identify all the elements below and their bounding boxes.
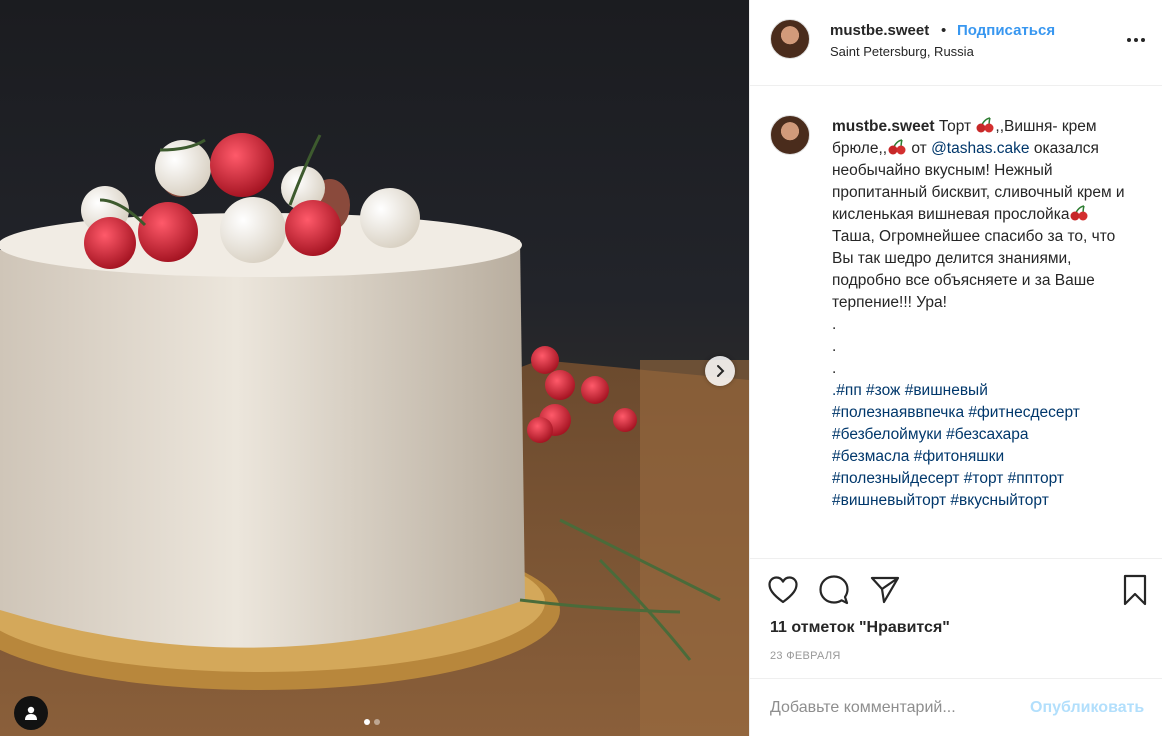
next-photo-button[interactable]	[705, 356, 735, 386]
follow-button[interactable]: Подписаться	[957, 22, 1055, 39]
bookmark-icon	[1123, 574, 1147, 606]
caption-author-avatar[interactable]	[770, 115, 810, 155]
post-actions: 11 отметок "Нравится" 23 ФЕВРАЛЯ	[750, 558, 1162, 678]
carousel-indicator	[364, 719, 380, 725]
post-header: mustbe.sweet • Подписаться Saint Petersb…	[750, 0, 1162, 86]
cherry-emoji-icon	[888, 139, 906, 155]
like-button[interactable]	[766, 573, 800, 607]
post-side-panel: mustbe.sweet • Подписаться Saint Petersb…	[749, 0, 1162, 736]
carousel-dot-active	[364, 719, 370, 725]
save-button[interactable]	[1118, 573, 1152, 607]
hashtags-line[interactable]: #полезнаяввпечка #фитнесдесерт	[832, 404, 1080, 421]
cherry-emoji-icon	[1070, 205, 1088, 221]
author-username[interactable]: mustbe.sweet	[830, 22, 929, 39]
share-icon	[870, 576, 900, 604]
more-options-button[interactable]	[1122, 30, 1150, 50]
post-date[interactable]: 23 ФЕВРАЛЯ	[770, 650, 841, 662]
hashtags-line[interactable]: #полезныйдесерт #торт #пп­торт	[832, 470, 1064, 487]
cherry-emoji-icon	[976, 117, 994, 133]
comment-icon	[819, 575, 849, 605]
post-location[interactable]: Saint Petersburg, Russia	[830, 44, 974, 59]
hashtags-line[interactable]: #безмасла #фитоняшки	[832, 448, 1004, 465]
hashtags-line[interactable]: #безбелоймуки #безсахара	[832, 426, 1029, 443]
chevron-right-icon	[717, 365, 725, 377]
heart-icon	[768, 576, 798, 604]
post-photo[interactable]	[0, 0, 749, 736]
cake-image	[0, 133, 749, 736]
caption-username[interactable]: mustbe.sweet	[832, 118, 935, 135]
hashtags-line[interactable]: #вишневыйторт #вкусныйторт	[832, 492, 1049, 509]
author-avatar[interactable]	[770, 19, 810, 59]
post-caption: mustbe.sweet Торт ,,Вишня- крем брюле,, …	[832, 117, 1129, 509]
header-separator: •	[941, 22, 947, 39]
more-horizontal-icon	[1127, 38, 1131, 42]
user-icon	[25, 706, 37, 720]
caption-mention-link[interactable]: @tashas.cake	[931, 140, 1029, 157]
carousel-dot	[374, 719, 380, 725]
share-button[interactable]	[868, 573, 902, 607]
comment-button[interactable]	[817, 573, 851, 607]
tagged-users-button[interactable]	[14, 696, 48, 730]
publish-button[interactable]: Опубликовать	[1030, 699, 1144, 717]
add-comment-form: Опубликовать	[750, 678, 1162, 736]
hashtags-line[interactable]: .#пп #зож #вишневый	[832, 382, 988, 399]
comment-input[interactable]	[770, 697, 1020, 719]
likes-count[interactable]: 11 отметок "Нравится"	[770, 619, 950, 637]
comments-area[interactable]: mustbe.sweet Торт ,,Вишня- крем брюле,, …	[750, 87, 1162, 558]
